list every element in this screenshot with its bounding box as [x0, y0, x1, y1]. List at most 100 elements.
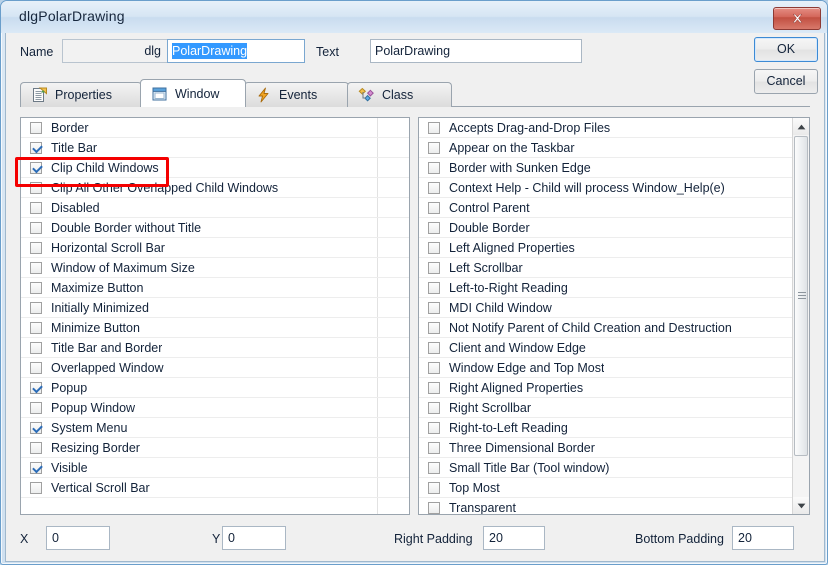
- checkbox-icon[interactable]: [428, 501, 440, 514]
- list-item[interactable]: Right-to-Left Reading: [419, 418, 809, 438]
- checkbox-icon[interactable]: [30, 261, 42, 274]
- list-item-label: Maximize Button: [51, 280, 144, 295]
- list-item[interactable]: Control Parent: [419, 198, 809, 218]
- y-input[interactable]: 0: [222, 526, 286, 550]
- list-item[interactable]: Visible: [21, 458, 409, 478]
- ok-button[interactable]: OK: [754, 37, 818, 62]
- checkbox-icon[interactable]: [30, 301, 42, 314]
- scroll-up-button[interactable]: [793, 118, 809, 135]
- list-item[interactable]: Title Bar: [21, 138, 409, 158]
- checkbox-icon[interactable]: [30, 481, 42, 494]
- right-list-scrollbar[interactable]: [792, 118, 809, 514]
- checkbox-icon[interactable]: [30, 321, 42, 334]
- checkbox-icon[interactable]: [428, 261, 440, 274]
- checkbox-icon[interactable]: [428, 141, 440, 154]
- checkbox-icon[interactable]: [428, 481, 440, 494]
- list-item[interactable]: Clip Child Windows: [21, 158, 409, 178]
- checkbox-icon[interactable]: [428, 421, 440, 434]
- close-button[interactable]: [773, 7, 821, 30]
- list-item[interactable]: Clip All Other Overlapped Child Windows: [21, 178, 409, 198]
- checkbox-icon[interactable]: [30, 361, 42, 374]
- tab-window[interactable]: Window: [140, 79, 246, 107]
- list-item[interactable]: Client and Window Edge: [419, 338, 809, 358]
- list-item[interactable]: Border: [21, 118, 409, 138]
- window-styles-list-right[interactable]: Accepts Drag-and-Drop Files Appear on the…: [418, 117, 810, 515]
- list-item[interactable]: Minimize Button: [21, 318, 409, 338]
- tab-class[interactable]: Class: [347, 82, 452, 107]
- list-item[interactable]: MDI Child Window: [419, 298, 809, 318]
- tab-properties[interactable]: Properties: [20, 82, 142, 107]
- checkbox-icon[interactable]: [30, 441, 42, 454]
- scroll-thumb[interactable]: [794, 136, 808, 456]
- checkbox-icon[interactable]: [428, 221, 440, 234]
- checkbox-icon[interactable]: [428, 381, 440, 394]
- list-item[interactable]: Right Aligned Properties: [419, 378, 809, 398]
- checkbox-icon[interactable]: [30, 161, 42, 174]
- checkbox-icon[interactable]: [428, 441, 440, 454]
- checkbox-icon[interactable]: [428, 321, 440, 334]
- list-item[interactable]: Initially Minimized: [21, 298, 409, 318]
- list-item[interactable]: Horizontal Scroll Bar: [21, 238, 409, 258]
- list-item[interactable]: Accepts Drag-and-Drop Files: [419, 118, 809, 138]
- checkbox-icon[interactable]: [30, 381, 42, 394]
- list-item[interactable]: Overlapped Window: [21, 358, 409, 378]
- list-item[interactable]: Disabled: [21, 198, 409, 218]
- checkbox-icon[interactable]: [428, 161, 440, 174]
- scroll-down-button[interactable]: [793, 497, 809, 514]
- identity-row: Name dlg PolarDrawing Text PolarDrawing …: [6, 33, 824, 94]
- list-item[interactable]: Resizing Border: [21, 438, 409, 458]
- list-item[interactable]: Small Title Bar (Tool window): [419, 458, 809, 478]
- list-item[interactable]: System Menu: [21, 418, 409, 438]
- checkbox-icon[interactable]: [30, 201, 42, 214]
- title-bar: dlgPolarDrawing: [1, 1, 827, 33]
- list-item[interactable]: Popup: [21, 378, 409, 398]
- checkbox-icon[interactable]: [428, 241, 440, 254]
- list-item[interactable]: Transparent: [419, 498, 809, 514]
- window-styles-list-left[interactable]: Border Title Bar Clip Child Windows Clip Al…: [20, 117, 410, 515]
- name-input[interactable]: PolarDrawing: [167, 39, 305, 63]
- list-item[interactable]: Vertical Scroll Bar: [21, 478, 409, 498]
- checkbox-icon[interactable]: [30, 281, 42, 294]
- checkbox-icon[interactable]: [30, 461, 42, 474]
- list-item[interactable]: Appear on the Taskbar: [419, 138, 809, 158]
- checkbox-icon[interactable]: [428, 301, 440, 314]
- list-item[interactable]: Not Notify Parent of Child Creation and …: [419, 318, 809, 338]
- list-item[interactable]: Double Border: [419, 218, 809, 238]
- checkbox-icon[interactable]: [30, 221, 42, 234]
- list-item[interactable]: Maximize Button: [21, 278, 409, 298]
- checkbox-icon[interactable]: [30, 141, 42, 154]
- checkbox-icon[interactable]: [428, 361, 440, 374]
- checkbox-icon[interactable]: [30, 241, 42, 254]
- text-input[interactable]: PolarDrawing: [370, 39, 582, 63]
- list-item-label: Right Scrollbar: [449, 400, 531, 415]
- checkbox-icon[interactable]: [428, 181, 440, 194]
- list-item[interactable]: Window of Maximum Size: [21, 258, 409, 278]
- list-item[interactable]: Popup Window: [21, 398, 409, 418]
- tab-events[interactable]: Events: [244, 82, 349, 107]
- checkbox-icon[interactable]: [30, 341, 42, 354]
- checkbox-icon[interactable]: [30, 401, 42, 414]
- list-item[interactable]: Three Dimensional Border: [419, 438, 809, 458]
- bottom-padding-input[interactable]: 20: [732, 526, 794, 550]
- list-item[interactable]: Context Help - Child will process Window…: [419, 178, 809, 198]
- list-item[interactable]: Left-to-Right Reading: [419, 278, 809, 298]
- list-item[interactable]: Top Most: [419, 478, 809, 498]
- x-input[interactable]: 0: [46, 526, 110, 550]
- checkbox-icon[interactable]: [428, 201, 440, 214]
- list-item[interactable]: Title Bar and Border: [21, 338, 409, 358]
- list-item[interactable]: Right Scrollbar: [419, 398, 809, 418]
- list-item[interactable]: Left Scrollbar: [419, 258, 809, 278]
- checkbox-icon[interactable]: [428, 401, 440, 414]
- checkbox-icon[interactable]: [428, 341, 440, 354]
- checkbox-icon[interactable]: [428, 461, 440, 474]
- list-item[interactable]: Left Aligned Properties: [419, 238, 809, 258]
- right-padding-input[interactable]: 20: [483, 526, 545, 550]
- checkbox-icon[interactable]: [30, 181, 42, 194]
- checkbox-icon[interactable]: [428, 121, 440, 134]
- list-item[interactable]: Window Edge and Top Most: [419, 358, 809, 378]
- checkbox-icon[interactable]: [428, 281, 440, 294]
- checkbox-icon[interactable]: [30, 121, 42, 134]
- checkbox-icon[interactable]: [30, 421, 42, 434]
- list-item[interactable]: Border with Sunken Edge: [419, 158, 809, 178]
- list-item[interactable]: Double Border without Title: [21, 218, 409, 238]
